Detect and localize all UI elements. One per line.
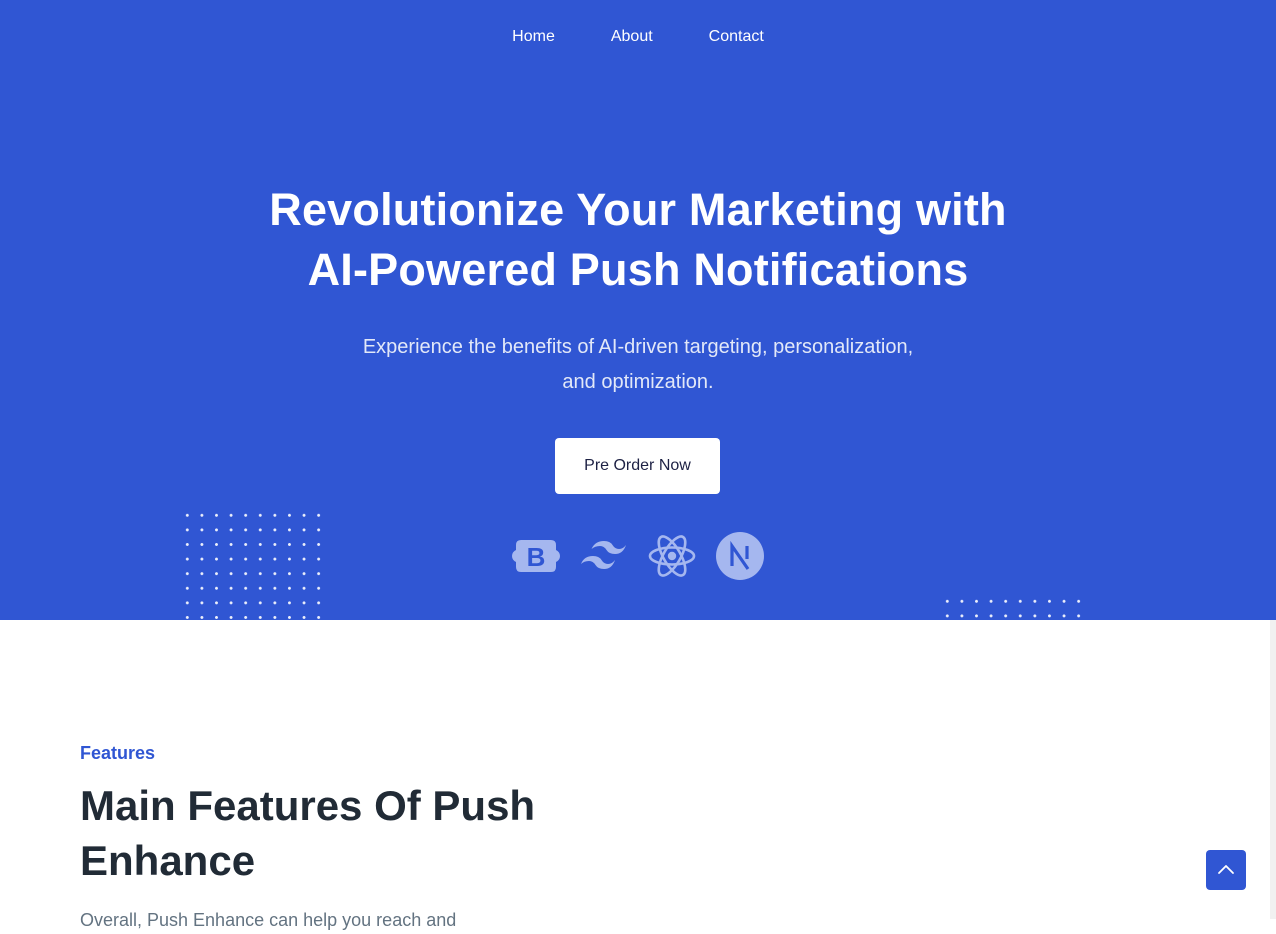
hero-section: Home About Contact Revolutionize Your Ma…	[0, 0, 1276, 620]
dot-pattern-left	[180, 508, 326, 620]
bootstrap-icon[interactable]: B	[511, 530, 561, 582]
svg-text:B: B	[527, 542, 546, 572]
main-nav: Home About Contact	[0, 26, 1276, 48]
react-icon[interactable]	[647, 530, 697, 582]
nav-contact[interactable]: Contact	[681, 26, 792, 48]
hero-title: Revolutionize Your Marketing with AI-Pow…	[0, 180, 1276, 300]
tech-stack-icons: B	[511, 530, 765, 582]
nextjs-icon[interactable]	[715, 530, 765, 582]
nav-about[interactable]: About	[583, 26, 681, 48]
features-description: Overall, Push Enhance can help you reach…	[80, 910, 457, 930]
features-tag: Features	[80, 743, 156, 763]
hero-title-line1: Revolutionize Your Marketing with	[269, 184, 1007, 235]
back-to-top-button[interactable]	[1206, 850, 1246, 890]
features-title: Main Features Of Push Enhance	[80, 778, 600, 888]
features-title-line2: Enhance	[80, 837, 256, 884]
chevron-up-icon	[1218, 865, 1234, 874]
hero-subtitle-line1: Experience the benefits of AI-driven tar…	[362, 336, 914, 358]
nav-home[interactable]: Home	[484, 26, 583, 48]
hero-subtitle: Experience the benefits of AI-driven tar…	[318, 330, 958, 400]
hero-subtitle-line2: and optimization.	[562, 371, 714, 393]
pre-order-button[interactable]: Pre Order Now	[555, 438, 720, 494]
tailwind-icon[interactable]	[579, 530, 629, 582]
hero-title-line2: AI-Powered Push Notifications	[307, 244, 969, 295]
scrollbar-track[interactable]	[1270, 620, 1276, 919]
features-title-line1: Main Features Of Push	[80, 782, 536, 829]
dot-pattern-right	[940, 594, 1086, 620]
